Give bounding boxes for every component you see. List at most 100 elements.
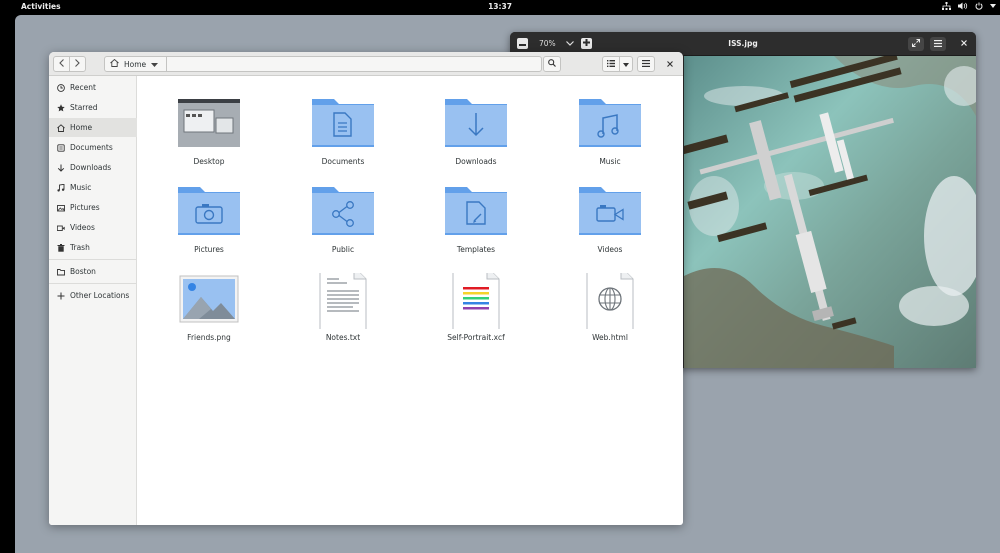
menu-icon: [642, 59, 650, 69]
files-window: Home Recent Starred Home Documents Downl…: [49, 52, 683, 525]
sidebar-item-other-locations[interactable]: Other Locations: [49, 286, 137, 305]
files-close-button[interactable]: [662, 56, 678, 72]
file-item-notes-txt[interactable]: Notes.txt: [293, 273, 393, 355]
view-dropdown-icon: [623, 60, 629, 69]
file-item-friends-png[interactable]: Friends.png: [159, 273, 259, 355]
sidebar-item-boston[interactable]: Boston: [49, 262, 137, 281]
close-icon: [960, 39, 967, 48]
video-icon: [57, 224, 65, 232]
file-item-public[interactable]: Public: [293, 185, 393, 267]
sidebar-separator: [49, 283, 137, 284]
back-icon: [59, 59, 64, 69]
home-icon: [57, 123, 65, 132]
sidebar-item-label: Trash: [70, 243, 90, 252]
file-name: Pictures: [194, 245, 224, 254]
search-button[interactable]: [543, 56, 561, 72]
power-icon: [975, 2, 983, 10]
sidebar-item-videos[interactable]: Videos: [49, 218, 137, 237]
menu-icon: [934, 39, 942, 49]
forward-icon: [75, 59, 80, 69]
sidebar-item-trash[interactable]: Trash: [49, 238, 137, 257]
fullscreen-icon: [912, 39, 920, 49]
sidebar-item-label: Downloads: [70, 163, 112, 172]
plus-icon: [57, 292, 65, 300]
file-icon-grid: Desktop Documents Downloads Music Pictur…: [138, 76, 683, 525]
download-icon: [57, 164, 65, 172]
files-headerbar: Home: [49, 52, 683, 76]
file-item-music[interactable]: Music: [560, 97, 660, 179]
sidebar-item-label: Documents: [70, 143, 113, 152]
file-name: Friends.png: [187, 333, 231, 342]
document-icon: [57, 143, 65, 152]
file-name: Downloads: [455, 157, 497, 166]
file-item-web-html[interactable]: Web.html: [560, 273, 660, 355]
forward-button[interactable]: [69, 56, 86, 72]
path-crumb-home[interactable]: Home: [105, 57, 167, 71]
html-file-icon: [586, 273, 634, 329]
file-name: Documents: [321, 157, 365, 166]
places-sidebar: Recent Starred Home Documents Downloads …: [49, 76, 137, 525]
folder-icon: [57, 268, 65, 276]
sidebar-item-starred[interactable]: Starred: [49, 98, 137, 117]
file-item-desktop[interactable]: Desktop: [159, 97, 259, 179]
sidebar-item-music[interactable]: Music: [49, 178, 137, 197]
system-menu[interactable]: [942, 2, 996, 10]
folder-pictures-icon: [178, 187, 240, 235]
iss-photo: [684, 56, 976, 368]
activities-button[interactable]: Activities: [21, 2, 61, 11]
path-dropdown-icon: [151, 60, 159, 69]
sidebar-item-label: Recent: [70, 83, 96, 92]
folder-music-icon: [579, 99, 641, 147]
clock[interactable]: 13:37: [488, 2, 512, 11]
file-name: Self-Portrait.xcf: [447, 333, 505, 342]
file-name: Public: [331, 245, 355, 254]
zoom-dropdown-icon: [565, 39, 574, 48]
image-file-icon: [179, 275, 239, 323]
zoom-out-icon: [519, 39, 526, 48]
sidebar-item-home[interactable]: Home: [49, 118, 137, 137]
sidebar-separator: [49, 259, 137, 260]
sidebar-item-label: Home: [70, 123, 93, 132]
sidebar-item-label: Starred: [70, 103, 98, 112]
sidebar-item-pictures[interactable]: Pictures: [49, 198, 137, 217]
volume-icon: [958, 2, 968, 10]
desktop-folder-icon: [178, 99, 240, 147]
top-bar: Activities 13:37: [0, 0, 1000, 14]
zoom-out-button[interactable]: [517, 38, 528, 49]
file-name: Desktop: [193, 157, 225, 166]
file-name: Notes.txt: [325, 333, 361, 342]
files-menu-button[interactable]: [637, 56, 655, 72]
clock-icon: [57, 83, 65, 92]
zoom-in-button[interactable]: [581, 38, 592, 49]
folder-downloads-icon: [445, 99, 507, 147]
home-icon: [110, 58, 119, 69]
zoom-dropdown-button[interactable]: [564, 38, 575, 49]
trash-icon: [57, 243, 65, 252]
file-item-self-portrait-xcf[interactable]: Self-Portrait.xcf: [426, 273, 526, 355]
picture-icon: [57, 204, 65, 212]
file-item-documents[interactable]: Documents: [293, 97, 393, 179]
zoom-level[interactable]: 70%: [539, 39, 556, 48]
zoom-in-icon: [583, 39, 590, 48]
file-item-downloads[interactable]: Downloads: [426, 97, 526, 179]
music-icon: [57, 183, 65, 192]
folder-templates-icon: [445, 187, 507, 235]
file-item-templates[interactable]: Templates: [426, 185, 526, 267]
sidebar-item-downloads[interactable]: Downloads: [49, 158, 137, 177]
view-options-button[interactable]: [619, 56, 633, 72]
viewer-close-button[interactable]: [958, 38, 969, 49]
sidebar-item-label: Boston: [70, 267, 96, 276]
search-icon: [548, 59, 556, 69]
folder-documents-icon: [312, 99, 374, 147]
fullscreen-button[interactable]: [908, 37, 924, 51]
star-icon: [57, 103, 65, 112]
sidebar-item-label: Other Locations: [70, 291, 130, 300]
back-button[interactable]: [53, 56, 70, 72]
view-mode-button[interactable]: [602, 56, 620, 72]
file-item-videos[interactable]: Videos: [560, 185, 660, 267]
path-bar[interactable]: Home: [104, 56, 542, 72]
file-item-pictures[interactable]: Pictures: [159, 185, 259, 267]
sidebar-item-recent[interactable]: Recent: [49, 78, 137, 97]
sidebar-item-documents[interactable]: Documents: [49, 138, 137, 157]
viewer-menu-button[interactable]: [930, 37, 946, 51]
